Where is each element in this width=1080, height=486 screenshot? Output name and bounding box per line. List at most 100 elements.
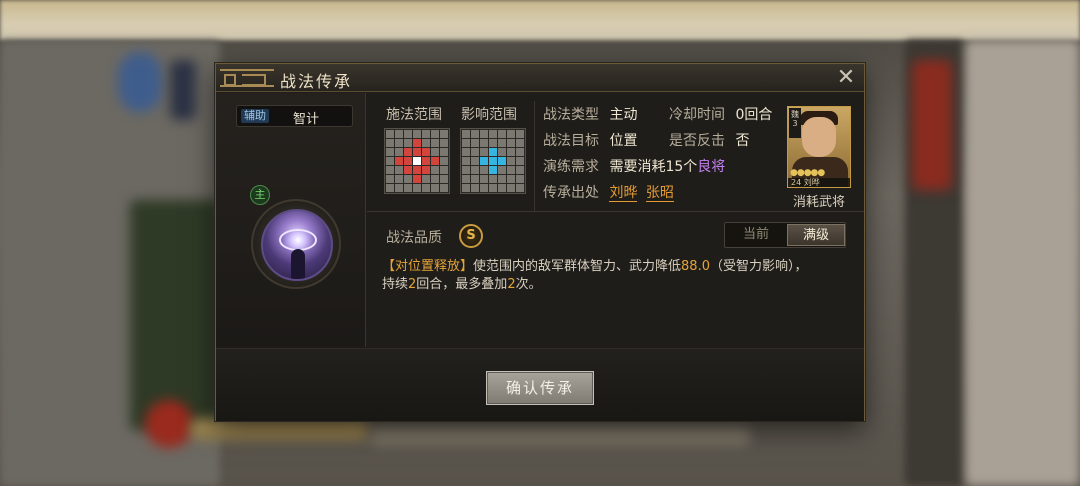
range-cell <box>480 166 488 174</box>
range-cell <box>489 157 497 165</box>
source-general-1[interactable]: 刘晔 <box>609 185 638 202</box>
range-cell <box>386 130 394 138</box>
range-cell <box>413 157 421 165</box>
effect-range-label: 影响范围 <box>461 107 517 123</box>
skill-description: 【对位置释放】使范围内的敌军群体智力、武力降低88.0（受智力影响）， 持续 2回合… <box>382 258 852 294</box>
description-tag: 【对位置释放】 <box>382 259 474 274</box>
range-cell <box>386 148 394 156</box>
eye-icon <box>279 229 317 251</box>
range-cell <box>440 166 448 174</box>
range-cell <box>404 139 412 147</box>
skill-name-box: 辅助 智计 <box>236 105 353 127</box>
description-value: 88.0 <box>681 259 710 274</box>
range-cell <box>404 166 412 174</box>
range-cell <box>404 148 412 156</box>
range-cell <box>471 184 479 192</box>
training-prefix: 需要消耗 <box>609 159 666 175</box>
range-cell <box>431 130 439 138</box>
cast-range-grid <box>384 128 450 194</box>
general-portrait[interactable]: 魏3 ●●●●● 24 刘晔 <box>787 106 851 188</box>
range-cell <box>507 130 515 138</box>
range-cell <box>462 130 470 138</box>
cooldown-value: 0回合 <box>735 107 773 123</box>
range-cell <box>507 175 515 183</box>
range-cell <box>498 130 506 138</box>
range-cell <box>462 175 470 183</box>
range-cell <box>386 139 394 147</box>
background-bottom-bar <box>370 425 750 445</box>
range-cell <box>395 166 403 174</box>
cast-range-label: 施法范围 <box>386 107 442 123</box>
range-cell <box>498 148 506 156</box>
range-cell <box>422 184 430 192</box>
source-general-2[interactable]: 张昭 <box>645 185 674 202</box>
skill-summary-panel: 辅助 智计 主 <box>216 93 366 347</box>
range-cell <box>440 148 448 156</box>
background-gold-stars <box>190 418 370 440</box>
range-cell <box>431 139 439 147</box>
skill-name: 智计 <box>293 112 320 127</box>
range-cell <box>489 148 497 156</box>
range-cell <box>395 139 403 147</box>
background-flag-icon <box>170 60 196 120</box>
range-cell <box>489 130 497 138</box>
range-cell <box>413 130 421 138</box>
skill-inherit-dialog: 战法传承 ✕ 辅助 智计 主 施法范围 影响范围 战法类型 主动 冷却时间 0回… <box>215 63 865 421</box>
source-label: 传承出处 <box>543 185 599 201</box>
range-cell <box>440 130 448 138</box>
description-stacks: 2 <box>507 277 516 292</box>
range-cell <box>480 130 488 138</box>
range-cell <box>440 139 448 147</box>
range-cell <box>471 130 479 138</box>
range-cell <box>498 139 506 147</box>
range-cell <box>395 184 403 192</box>
range-cell <box>431 184 439 192</box>
background-red-badge <box>145 400 193 448</box>
background-ring-icon <box>118 52 162 112</box>
quality-grade-badge: S <box>459 224 483 248</box>
range-cell <box>462 184 470 192</box>
range-cell <box>431 148 439 156</box>
range-cell <box>404 157 412 165</box>
range-cell <box>516 139 524 147</box>
confirm-inherit-button[interactable]: 确认传承 <box>486 371 594 405</box>
range-cell <box>507 148 515 156</box>
range-cell <box>395 130 403 138</box>
range-cell <box>507 157 515 165</box>
range-cell <box>422 166 430 174</box>
range-cell <box>489 166 497 174</box>
range-cell <box>413 166 421 174</box>
range-cell <box>395 175 403 183</box>
close-button[interactable]: ✕ <box>834 66 858 90</box>
training-label: 演练需求 <box>543 159 599 175</box>
counter-value: 否 <box>735 133 750 149</box>
range-cell <box>516 157 524 165</box>
skill-target-row: 战法目标 位置 <box>543 130 637 150</box>
range-cell <box>386 166 394 174</box>
counter-row: 是否反击 否 <box>669 130 749 150</box>
range-cell <box>395 157 403 165</box>
range-cell <box>480 157 488 165</box>
range-cell <box>462 139 470 147</box>
range-cell <box>395 148 403 156</box>
range-cell <box>498 175 506 183</box>
range-cell <box>431 166 439 174</box>
consume-general-caption: 消耗武将 <box>792 195 845 210</box>
background-army-banner <box>130 200 220 430</box>
range-cell <box>471 175 479 183</box>
skill-icon-frame <box>251 199 341 289</box>
range-cell <box>431 157 439 165</box>
range-cell <box>507 166 515 174</box>
tab-max-level[interactable]: 满级 <box>787 224 845 246</box>
description-text-1: 使范围内的敌军群体智力、武力降低 <box>473 259 682 274</box>
range-cell <box>480 184 488 192</box>
training-item: 良将 <box>697 159 726 175</box>
tab-current[interactable]: 当前 <box>727 224 785 246</box>
range-cell <box>431 175 439 183</box>
description-text-4: 回合，最多叠加 <box>416 277 508 292</box>
cooldown-row: 冷却时间 0回合 <box>669 104 772 124</box>
range-cell <box>422 130 430 138</box>
range-cell <box>422 148 430 156</box>
background-top-bar <box>0 0 1080 40</box>
range-cell <box>480 139 488 147</box>
